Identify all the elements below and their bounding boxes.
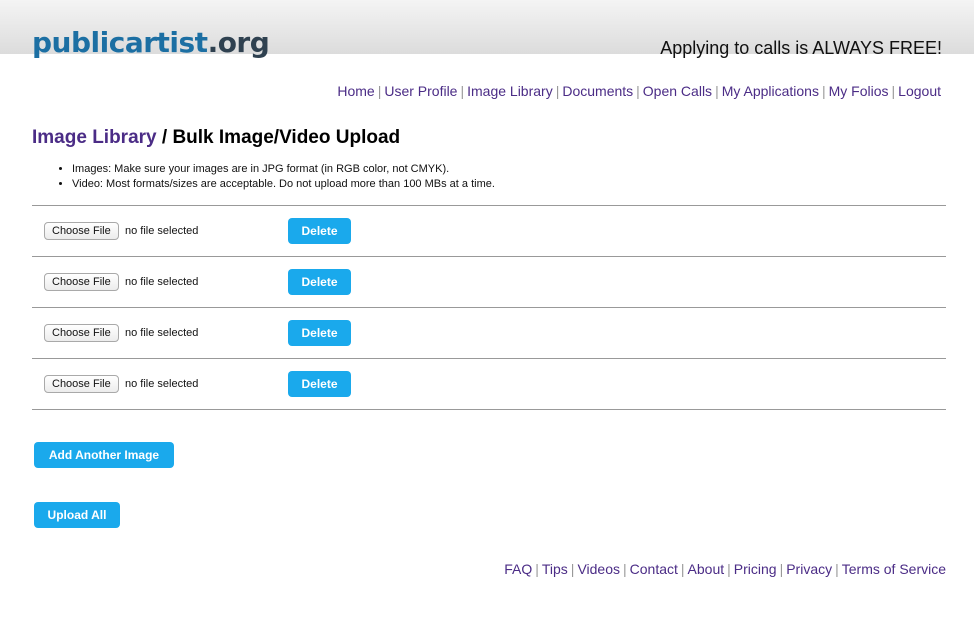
- file-status: no file selected: [125, 378, 199, 390]
- nav-separator: |: [636, 83, 640, 99]
- nav-documents[interactable]: Documents: [562, 83, 633, 99]
- footer-about[interactable]: About: [688, 561, 725, 577]
- footer-privacy[interactable]: Privacy: [786, 561, 832, 577]
- breadcrumb-image-library[interactable]: Image Library: [32, 127, 157, 148]
- nav-separator: |: [377, 83, 382, 99]
- nav-my-folios[interactable]: My Folios: [829, 83, 889, 99]
- nav-my-applications[interactable]: My Applications: [722, 83, 819, 99]
- footer-tips[interactable]: Tips: [542, 561, 568, 577]
- choose-file-button[interactable]: Choose File: [44, 222, 119, 240]
- site-logo[interactable]: publicartist.org: [32, 26, 270, 60]
- footer-contact[interactable]: Contact: [630, 561, 678, 577]
- logo-part-artist: artist: [124, 26, 208, 59]
- nav-open-calls[interactable]: Open Calls: [643, 83, 712, 99]
- page-title-text: / Bulk Image/Video Upload: [156, 127, 401, 148]
- upload-row: Choose File no file selected Delete: [32, 308, 946, 359]
- tagline: Applying to calls is ALWAYS FREE!: [660, 38, 942, 58]
- file-status: no file selected: [125, 276, 199, 288]
- footer-separator: |: [570, 561, 575, 577]
- upload-row: Choose File no file selected Delete: [32, 359, 946, 410]
- footer-faq[interactable]: FAQ: [504, 561, 532, 577]
- add-another-image-button[interactable]: Add Another Image: [34, 442, 174, 468]
- nav-separator: |: [460, 83, 465, 99]
- footer-videos[interactable]: Videos: [577, 561, 620, 577]
- footer-nav: FAQ | Tips | Videos | Contact | About | Pricing | Pr…: [504, 560, 946, 578]
- nav-logout[interactable]: Logout: [898, 83, 941, 99]
- delete-button[interactable]: Delete: [288, 371, 351, 397]
- footer-separator: |: [535, 561, 539, 577]
- nav-separator: |: [715, 83, 719, 99]
- footer-separator: |: [680, 561, 685, 577]
- page-title: Image Library / Bulk Image/Video Upload: [32, 126, 400, 150]
- nav-separator: |: [891, 83, 896, 99]
- choose-file-button[interactable]: Choose File: [44, 375, 119, 393]
- note-video: Video: Most formats/sizes are acceptable…: [72, 177, 495, 192]
- upload-instructions: Images: Make sure your images are in JPG…: [52, 162, 495, 192]
- file-status: no file selected: [125, 327, 199, 339]
- choose-file-button[interactable]: Choose File: [44, 324, 119, 342]
- note-images: Images: Make sure your images are in JPG…: [72, 162, 495, 177]
- delete-button[interactable]: Delete: [288, 320, 351, 346]
- nav-user-profile[interactable]: User Profile: [384, 83, 457, 99]
- upload-rows: Choose File no file selected Delete Choo…: [32, 205, 946, 410]
- nav-separator: |: [555, 83, 560, 99]
- delete-button[interactable]: Delete: [288, 269, 351, 295]
- choose-file-button[interactable]: Choose File: [44, 273, 119, 291]
- upload-row: Choose File no file selected Delete: [32, 257, 946, 308]
- main-nav: Home | User Profile | Image Library | Document…: [337, 82, 941, 100]
- footer-separator: |: [779, 561, 784, 577]
- footer-separator: |: [835, 561, 839, 577]
- footer-pricing[interactable]: Pricing: [734, 561, 777, 577]
- file-status: no file selected: [125, 225, 199, 237]
- logo-part-public: public: [32, 26, 125, 59]
- footer-terms[interactable]: Terms of Service: [842, 561, 946, 577]
- footer-separator: |: [623, 561, 627, 577]
- footer-separator: |: [727, 561, 731, 577]
- nav-home[interactable]: Home: [337, 83, 374, 99]
- nav-separator: |: [821, 83, 826, 99]
- upload-row: Choose File no file selected Delete: [32, 206, 946, 257]
- delete-button[interactable]: Delete: [288, 218, 351, 244]
- upload-all-button[interactable]: Upload All: [34, 502, 120, 528]
- nav-image-library[interactable]: Image Library: [467, 83, 553, 99]
- logo-part-org: .org: [207, 26, 270, 59]
